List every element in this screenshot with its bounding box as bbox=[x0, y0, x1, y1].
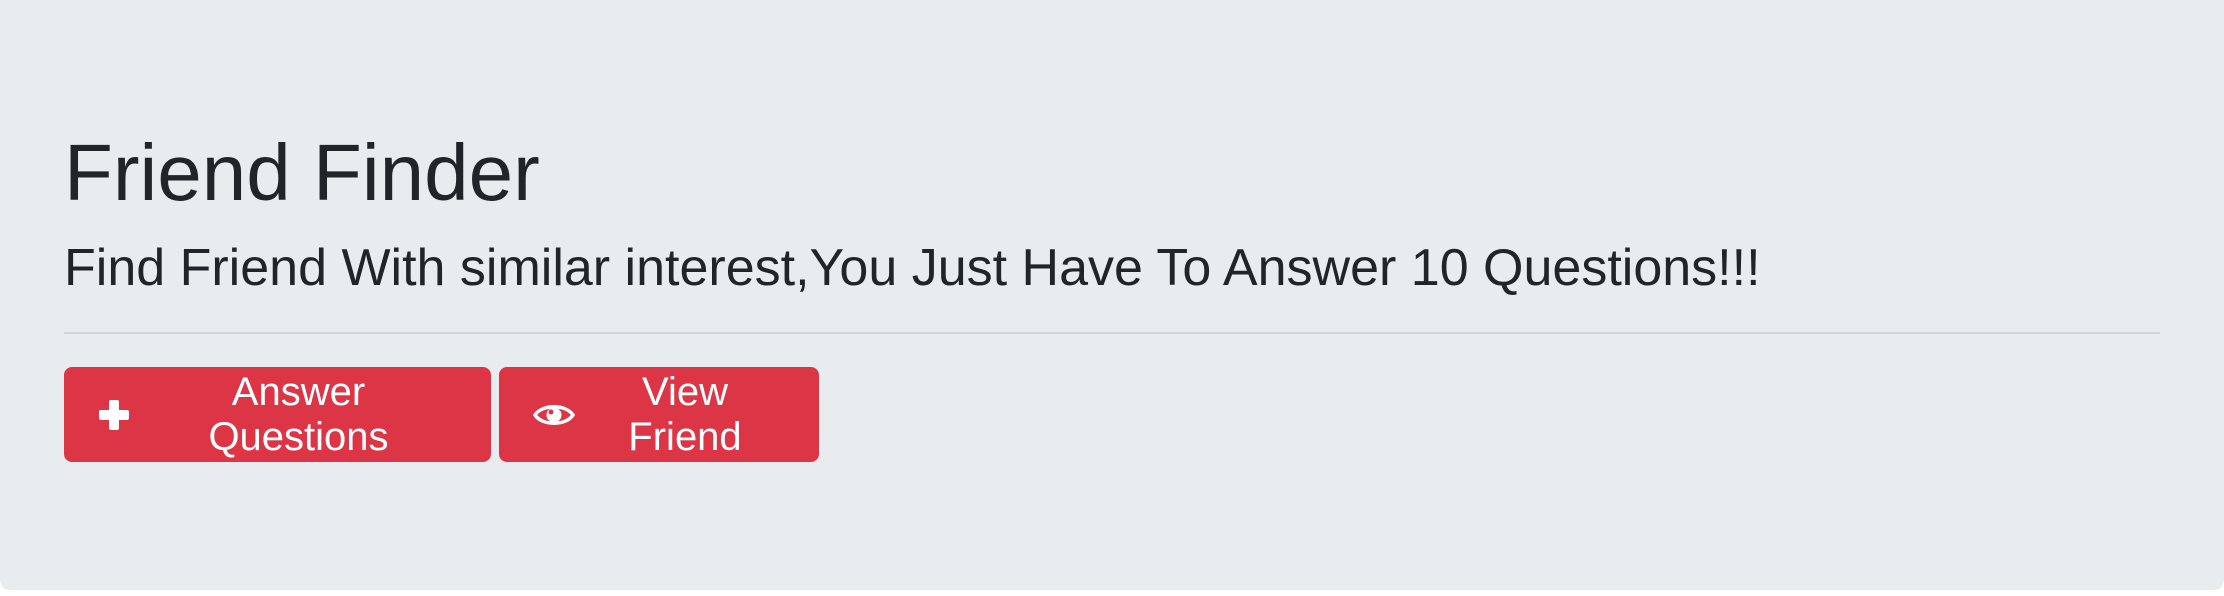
divider bbox=[64, 332, 2160, 334]
jumbotron: Friend Finder Find Friend With similar i… bbox=[0, 0, 2224, 590]
page-subtitle: Find Friend With similar interest,You Ju… bbox=[64, 239, 1761, 297]
answer-questions-label: Answer Questions bbox=[208, 369, 389, 459]
page-title: Friend Finder bbox=[64, 128, 540, 217]
eye-icon bbox=[533, 400, 575, 430]
view-friend-button[interactable]: View Friend bbox=[499, 367, 819, 462]
view-friend-label: View Friend bbox=[628, 369, 742, 459]
answer-questions-button[interactable]: Answer Questions bbox=[64, 367, 491, 462]
plus-icon bbox=[98, 399, 130, 431]
action-buttons: Answer Questions View Friend bbox=[64, 367, 819, 462]
